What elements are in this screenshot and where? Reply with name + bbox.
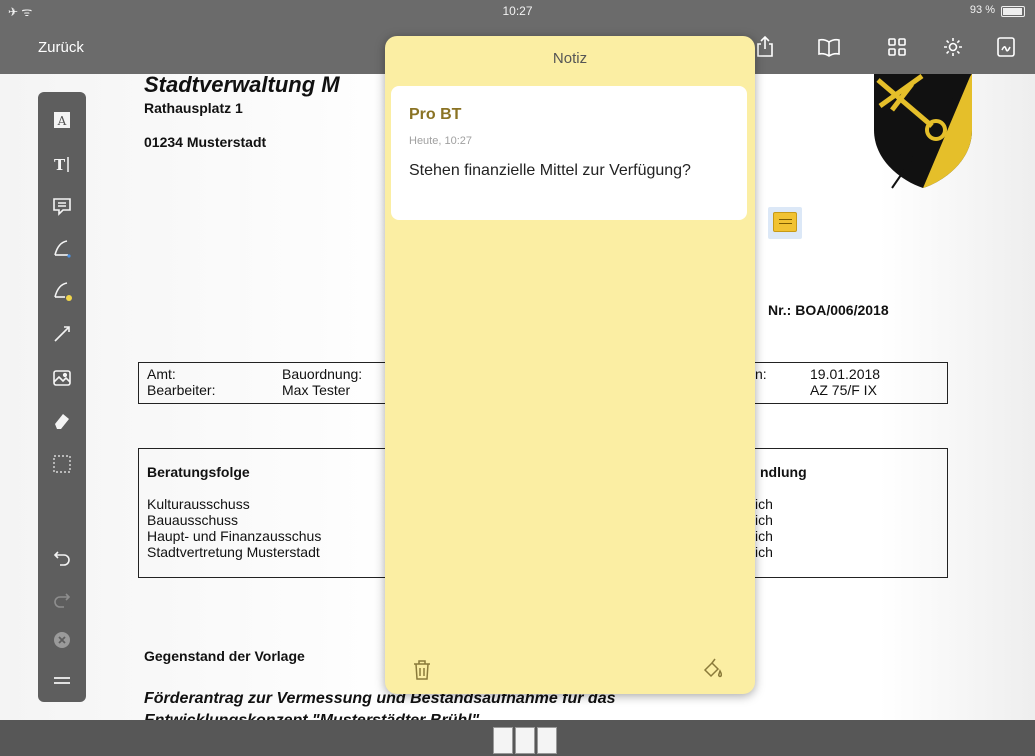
- foerder-line-2: Entwicklungskonzept "Musterstädter Brühl…: [144, 712, 479, 720]
- note-annotation-marker[interactable]: [768, 207, 802, 239]
- note-popup-title: Notiz: [552, 50, 588, 67]
- text-box-icon[interactable]: A: [50, 108, 74, 132]
- highlighter-icon[interactable]: [50, 278, 74, 302]
- gear-icon[interactable]: [940, 34, 966, 60]
- behandlung-row: ich: [755, 512, 773, 528]
- battery-icon: [1001, 6, 1025, 17]
- sign-document-icon[interactable]: [993, 34, 1019, 60]
- close-icon[interactable]: [50, 628, 74, 652]
- doc-street: Rathausplatz 1: [144, 100, 243, 116]
- note-card[interactable]: Pro BT Heute, 10:27 Stehen finanzielle M…: [391, 86, 747, 220]
- beratung-row: Stadtvertretung Musterstadt: [147, 544, 320, 560]
- line-icon[interactable]: [50, 322, 74, 346]
- beratung-row: Kulturausschuss: [147, 496, 250, 512]
- selection-icon[interactable]: [50, 452, 74, 476]
- coat-of-arms-image: [874, 74, 972, 189]
- doc-title: Stadtverwaltung M: [144, 74, 340, 97]
- beratung-row: Haupt- und Finanzausschus: [147, 528, 322, 544]
- page-thumbnail-bar: [0, 720, 1035, 756]
- share-icon[interactable]: [752, 34, 778, 60]
- redo-icon[interactable]: [50, 586, 74, 610]
- bearbeiter-value: Max Tester: [282, 382, 351, 398]
- note-author: Pro BT: [409, 106, 462, 123]
- behandlung-row: ich: [755, 544, 773, 560]
- behandlung-row: ich: [755, 528, 773, 544]
- amt-label: Amt:: [147, 366, 176, 382]
- trash-icon[interactable]: [411, 658, 433, 682]
- date-value: 19.01.2018: [810, 366, 881, 382]
- back-button[interactable]: Zurück: [38, 39, 84, 56]
- behandlung-header: ndlung: [760, 464, 807, 480]
- page-thumbnail[interactable]: [537, 727, 557, 754]
- doc-number: Nr.: BOA/006/2018: [768, 302, 889, 318]
- beratung-row: Bauausschuss: [147, 512, 239, 528]
- note-popup: Notiz Pro BT Heute, 10:27 Stehen finanzi…: [385, 36, 755, 694]
- behandlung-row: ich: [755, 496, 773, 512]
- text-cursor-icon[interactable]: T: [50, 152, 74, 176]
- menu-icon[interactable]: [50, 668, 74, 692]
- amt-value: Bauordnung:: [282, 366, 363, 382]
- annotation-toolbar: A T: [38, 92, 86, 702]
- date-label: n:: [755, 366, 767, 382]
- comment-icon[interactable]: [50, 194, 74, 218]
- clock: 10:27: [502, 4, 533, 18]
- pen-icon[interactable]: [50, 236, 74, 260]
- az-value: AZ 75/F IX: [810, 382, 877, 398]
- status-bar: ✈ ︎ᯤ 10:27 93 %: [0, 0, 1035, 22]
- bearbeiter-label: Bearbeiter:: [147, 382, 216, 398]
- gegenstand-heading: Gegenstand der Vorlage: [144, 648, 305, 664]
- battery-percentage: 93 %: [969, 4, 995, 16]
- grid-icon[interactable]: [884, 34, 910, 60]
- book-icon[interactable]: [816, 34, 842, 60]
- svg-text:A: A: [57, 114, 67, 128]
- beratung-header: Beratungsfolge: [147, 464, 250, 480]
- note-timestamp: Heute, 10:27: [409, 135, 472, 147]
- svg-text:T: T: [54, 156, 66, 174]
- note-text[interactable]: Stehen finanzielle Mittel zur Verfügung?: [409, 160, 709, 181]
- image-icon[interactable]: [50, 366, 74, 390]
- paint-bucket-icon[interactable]: [701, 656, 725, 680]
- doc-city: 01234 Musterstadt: [144, 134, 267, 150]
- page-thumbnail[interactable]: [515, 727, 535, 754]
- page-thumbnail[interactable]: [493, 727, 513, 754]
- undo-icon[interactable]: [50, 544, 74, 568]
- eraser-icon[interactable]: [50, 408, 74, 432]
